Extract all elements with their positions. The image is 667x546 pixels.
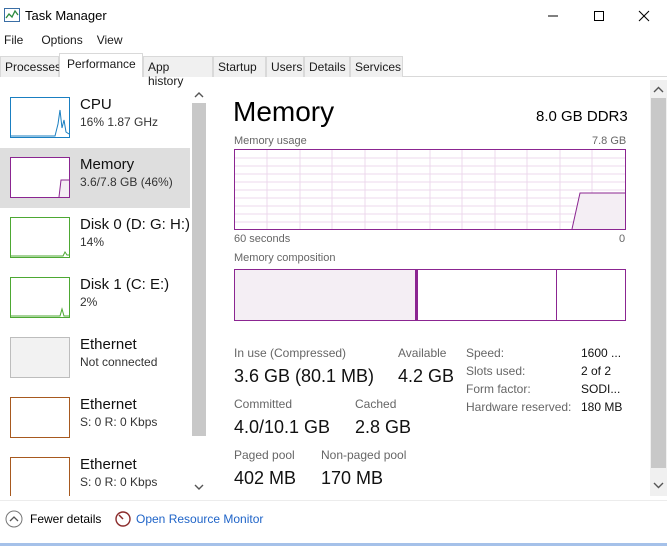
menu-options[interactable]: Options [37,31,86,51]
sidebar-item-value: 16% 1.87 GHz [80,115,159,129]
sidebar-item-value: Not connected [80,355,158,369]
close-button[interactable] [621,0,667,31]
main-scrollbar[interactable] [650,80,667,496]
sidebar-item-label: Ethernet [80,336,137,353]
tab-performance[interactable]: Performance [59,53,143,77]
sidebar-item-value: 14% [80,235,105,249]
tab-details[interactable]: Details [304,56,350,77]
sidebar-item-value: S: 0 R: 0 Kbps [80,415,158,429]
sidebar-item-label: Disk 0 (D: G: H:) [80,216,191,233]
hardware-reserved-label: Hardware reserved: [466,400,572,414]
sidebar-item-label: Disk 1 (C: E:) [80,276,170,293]
scroll-down-icon[interactable] [190,480,208,494]
composition-free[interactable] [557,270,625,320]
cached-label: Cached [355,397,397,411]
tab-services[interactable]: Services [350,56,403,77]
form-factor-value: SODI... [581,382,621,396]
ethernet-thumbnail-graph [10,457,70,496]
sidebar-scrollbar[interactable] [190,88,208,496]
memory-spec: 8.0 GB DDR3 [536,108,628,125]
tab-app-history[interactable]: App history [143,56,213,88]
memory-composition-bar [234,269,626,321]
sidebar-item-ethernet-2[interactable]: Ethernet S: 0 R: 0 Kbps [0,388,190,448]
footer-divider [0,500,667,501]
scroll-up-icon[interactable] [650,82,667,98]
disk-thumbnail-graph [10,277,70,318]
resource-monitor-icon [115,511,131,527]
collapse-chevron-icon[interactable] [5,510,23,528]
non-paged-pool-label: Non-paged pool [321,448,407,462]
committed-value: 4.0/10.1 GB [234,417,331,437]
slots-used-label: Slots used: [466,364,526,378]
tab-users[interactable]: Users [266,56,304,77]
available-value: 4.2 GB [398,366,455,386]
sidebar-item-label: CPU [80,96,112,113]
resource-sidebar: CPU 16% 1.87 GHz Memory 3.6/7.8 GB (46%)… [0,88,208,496]
menu-file[interactable]: File [0,31,27,51]
form-factor-label: Form factor: [466,382,531,396]
sidebar-item-disk-1[interactable]: Disk 1 (C: E:) 2% [0,268,190,328]
time-axis-left-label: 60 seconds [234,233,291,245]
hardware-reserved-value: 180 MB [581,400,623,414]
open-resource-monitor-link[interactable]: Open Resource Monitor [136,512,263,526]
sidebar-item-label: Ethernet [80,456,137,473]
scroll-up-icon[interactable] [190,88,208,102]
fewer-details-button[interactable]: Fewer details [30,512,101,526]
footer: Fewer details Open Resource Monitor [0,505,667,535]
in-use-label: In use (Compressed) [234,346,347,360]
title-bar: Task Manager [0,0,667,31]
disk-thumbnail-graph [10,217,70,258]
sidebar-item-disk-0[interactable]: Disk 0 (D: G: H:) 14% [0,208,190,268]
memory-composition-label: Memory composition [234,252,336,264]
paged-pool-label: Paged pool [234,448,295,462]
sidebar-item-ethernet-3[interactable]: Ethernet S: 0 R: 0 Kbps [0,448,190,496]
page-title: Memory [233,96,335,127]
speed-label: Speed: [466,346,505,360]
in-use-value: 3.6 GB (80.1 MB) [234,366,375,386]
memory-usage-graph [234,149,626,230]
ethernet-thumbnail-graph [10,397,70,438]
memory-thumbnail-graph [10,157,70,198]
non-paged-pool-value: 170 MB [321,468,384,488]
task-manager-icon [4,8,20,22]
sidebar-item-value: S: 0 R: 0 Kbps [80,475,158,489]
sidebar-item-memory[interactable]: Memory 3.6/7.8 GB (46%) [0,148,190,208]
slots-used-value: 2 of 2 [581,364,612,378]
sidebar-item-value: 2% [80,295,98,309]
ethernet-thumbnail-graph [10,337,70,378]
cached-value: 2.8 GB [355,417,412,437]
available-label: Available [398,346,447,360]
sidebar-item-label: Ethernet [80,396,137,413]
sidebar-item-value: 3.6/7.8 GB (46%) [80,175,173,189]
sidebar-item-cpu[interactable]: CPU 16% 1.87 GHz [0,88,190,148]
maximize-button[interactable] [576,0,622,31]
speed-value: 1600 ... [581,346,622,360]
paged-pool-value: 402 MB [234,468,297,488]
scroll-down-icon[interactable] [650,478,667,494]
sidebar-item-ethernet-1[interactable]: Ethernet Not connected [0,328,190,388]
cpu-thumbnail-graph [10,97,70,138]
committed-label: Committed [234,397,293,411]
window-title: Task Manager [25,8,107,23]
composition-in-use[interactable] [235,270,416,320]
tab-processes[interactable]: Processes [0,56,61,77]
memory-usage-max: 7.8 GB [592,135,627,147]
menu-bar: File Options View [0,31,131,51]
sidebar-scroll-thumb[interactable] [192,103,206,436]
tab-startup[interactable]: Startup [213,56,266,77]
menu-view[interactable]: View [93,31,127,51]
sidebar-item-label: Memory [80,156,135,173]
time-axis-right-label: 0 [619,233,626,245]
main-scroll-thumb[interactable] [651,98,666,468]
tab-bar: Processes Performance App history Startu… [0,53,667,88]
minimize-button[interactable] [530,0,576,31]
memory-usage-label: Memory usage [234,135,307,147]
composition-standby[interactable] [418,270,557,320]
